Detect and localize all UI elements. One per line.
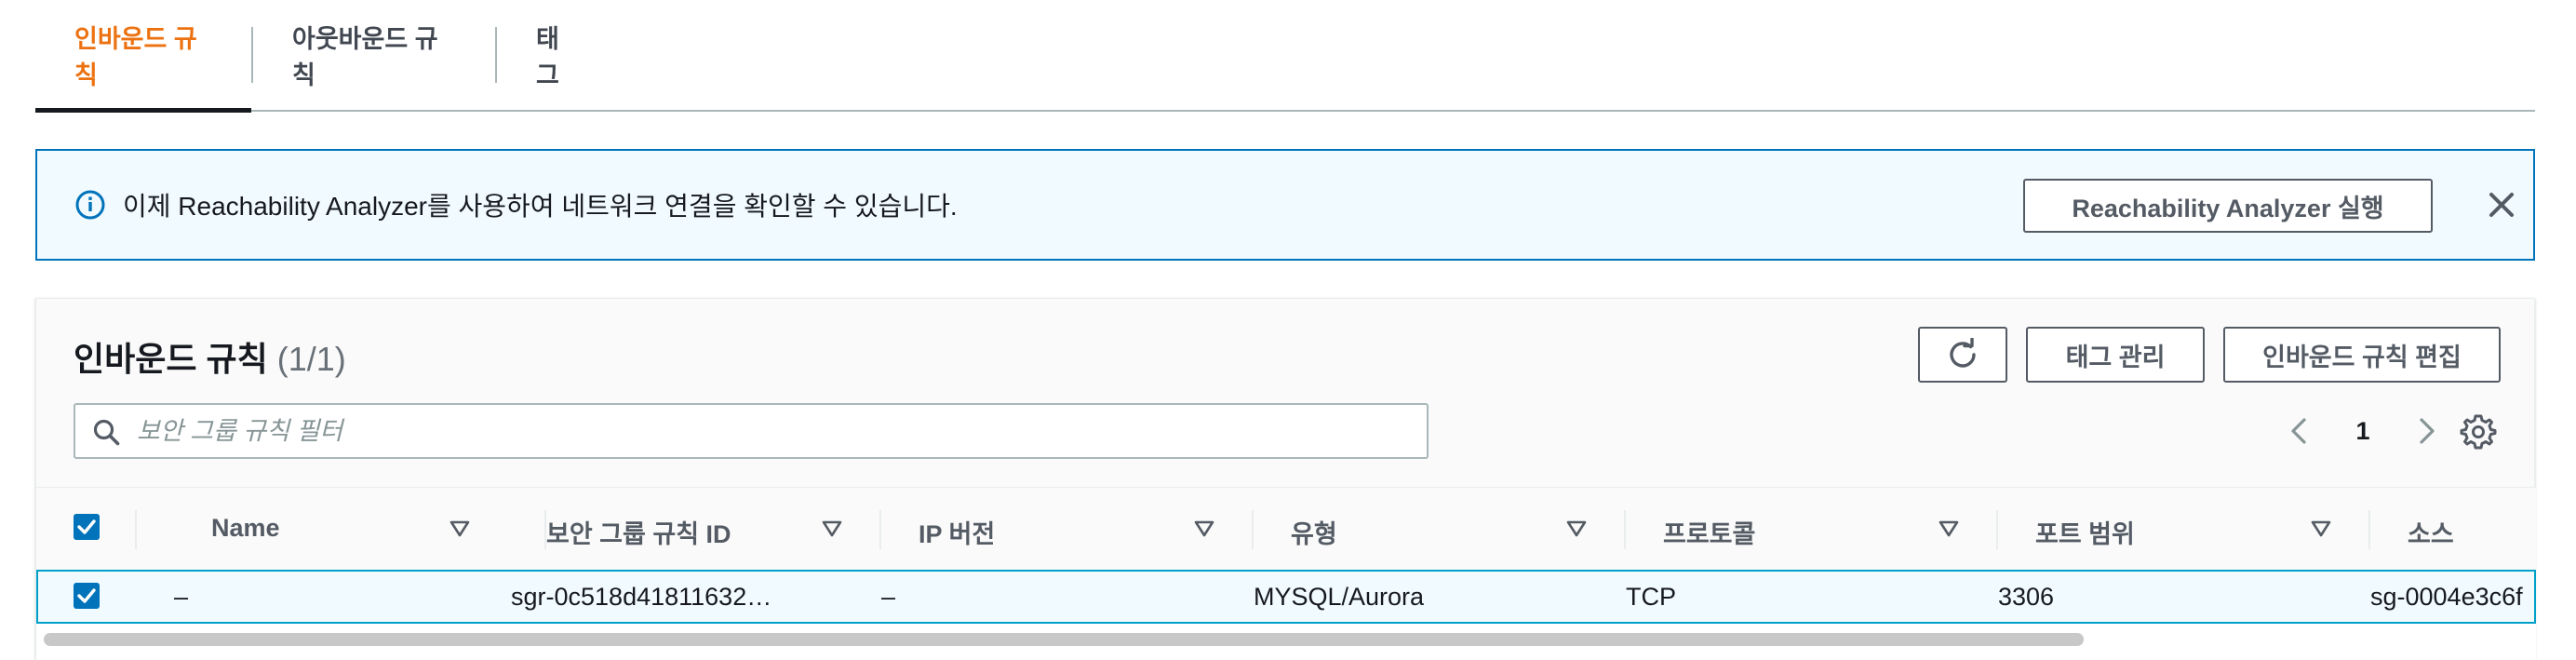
cell-protocol: TCP bbox=[1626, 582, 1676, 611]
close-icon[interactable] bbox=[2485, 188, 2518, 222]
gear-icon[interactable] bbox=[2460, 412, 2497, 450]
table-row[interactable]: – sgr-0c518d41811632… – MYSQL/Aurora TCP… bbox=[36, 570, 2536, 624]
current-page-number[interactable]: 1 bbox=[2344, 412, 2381, 450]
row-checkbox[interactable] bbox=[74, 583, 100, 609]
column-label: IP 버전 bbox=[919, 520, 996, 548]
sort-icon[interactable] bbox=[1566, 519, 1587, 538]
scrollbar-thumb[interactable] bbox=[44, 633, 2084, 646]
table-header: Name 보안 그룹 규칙 ID IP 버전 유형 프로토콜 포트 범위 소스 bbox=[36, 488, 2536, 570]
tab-tags[interactable]: 태그 bbox=[497, 0, 620, 110]
sort-icon[interactable] bbox=[1194, 519, 1214, 538]
column-label: 포트 범위 bbox=[2035, 520, 2135, 548]
rule-count: (1/1) bbox=[276, 340, 346, 378]
column-label: 유형 bbox=[1291, 520, 1337, 548]
banner-message: 이제 Reachability Analyzer를 사용하여 네트워크 연결을 … bbox=[123, 192, 958, 221]
run-reachability-analyzer-button[interactable]: Reachability Analyzer 실행 bbox=[2023, 179, 2433, 233]
info-icon bbox=[75, 190, 105, 220]
column-header-rule-id[interactable]: 보안 그룹 규칙 ID bbox=[509, 488, 881, 570]
cell-rule-id[interactable]: sgr-0c518d41811632… bbox=[511, 572, 846, 622]
horizontal-scrollbar[interactable] bbox=[36, 627, 2536, 652]
column-label: Name bbox=[211, 514, 280, 542]
tab-bar: 인바운드 규칙 아웃바운드 규칙 태그 bbox=[35, 0, 2535, 113]
search-icon bbox=[93, 419, 120, 446]
checkmark-icon bbox=[77, 588, 96, 603]
column-header-name[interactable]: Name bbox=[174, 488, 546, 570]
rule-filter bbox=[74, 403, 1429, 459]
tab-label: 태그 bbox=[536, 25, 559, 89]
cell-port-range: 3306 bbox=[1998, 582, 2055, 611]
cell-name: – bbox=[174, 582, 189, 611]
column-label: 보안 그룹 규칙 ID bbox=[546, 520, 731, 548]
next-page-icon[interactable] bbox=[2408, 412, 2445, 450]
column-header-type[interactable]: 유형 bbox=[1254, 488, 1626, 570]
inbound-rules-panel: 인바운드 규칙 (1/1) 태그 관리 인바운드 규칙 편집 1 bbox=[35, 298, 2536, 660]
column-header-protocol[interactable]: 프로토콜 bbox=[1626, 488, 1998, 570]
reachability-info-banner: 이제 Reachability Analyzer를 사용하여 네트워크 연결을 … bbox=[35, 149, 2535, 261]
rules-table: Name 보안 그룹 규칙 ID IP 버전 유형 프로토콜 포트 범위 소스 … bbox=[36, 487, 2536, 660]
sort-icon[interactable] bbox=[2311, 519, 2331, 538]
edit-inbound-rules-button[interactable]: 인바운드 규칙 편집 bbox=[2223, 327, 2501, 383]
column-header-port-range[interactable]: 포트 범위 bbox=[1998, 488, 2370, 570]
panel-title: 인바운드 규칙 (1/1) bbox=[74, 332, 346, 381]
tab-outbound-rules[interactable]: 아웃바운드 규칙 bbox=[253, 0, 495, 110]
column-label: 프로토콜 bbox=[1663, 520, 1756, 548]
column-select bbox=[36, 488, 137, 570]
tab-label: 인바운드 규칙 bbox=[74, 25, 197, 89]
cell-type: MYSQL/Aurora bbox=[1254, 582, 1425, 611]
cell-source[interactable]: sg-0004e3c6f bbox=[2370, 572, 2534, 622]
column-header-source[interactable]: 소스 bbox=[2370, 488, 2536, 570]
previous-page-icon[interactable] bbox=[2281, 412, 2318, 450]
sort-icon[interactable] bbox=[822, 519, 842, 538]
refresh-icon bbox=[1950, 338, 1976, 368]
manage-tags-button[interactable]: 태그 관리 bbox=[2026, 327, 2205, 383]
refresh-button[interactable] bbox=[1918, 327, 2007, 383]
cell-ip-version: – bbox=[881, 582, 896, 611]
column-header-ip-version[interactable]: IP 버전 bbox=[881, 488, 1254, 570]
tab-label: 아웃바운드 규칙 bbox=[292, 25, 438, 89]
panel-title-text: 인바운드 규칙 bbox=[74, 340, 268, 378]
column-label: 소스 bbox=[2408, 520, 2454, 548]
sort-icon[interactable] bbox=[1939, 519, 1959, 538]
tab-inbound-rules[interactable]: 인바운드 규칙 bbox=[35, 0, 251, 113]
column-divider bbox=[135, 510, 137, 549]
sort-icon[interactable] bbox=[449, 519, 470, 538]
rule-filter-input[interactable] bbox=[137, 411, 1412, 451]
